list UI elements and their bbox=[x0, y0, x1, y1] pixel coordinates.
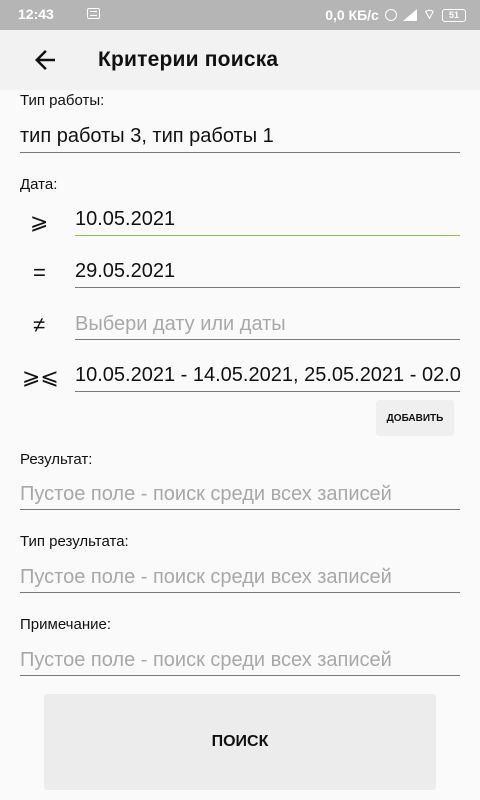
status-indicators: 0,0 КБ/с ⌔ 51 bbox=[325, 6, 466, 24]
status-time: 12:43 bbox=[18, 6, 54, 22]
date-operator-neq: ≠ bbox=[33, 312, 46, 337]
add-date-button[interactable]: ДОБАВИТЬ bbox=[376, 400, 454, 436]
result-type-field[interactable]: Пустое поле - поиск среди всех записей bbox=[20, 566, 460, 589]
date-label: Дата: bbox=[20, 176, 58, 193]
date-operator-gte: ⩾ bbox=[30, 209, 49, 234]
date-field-eq[interactable]: 29.05.2021 bbox=[75, 260, 460, 283]
page-title: Критерии поиска bbox=[98, 48, 279, 71]
work-type-label: Тип работы: bbox=[20, 92, 105, 109]
status-bar: 12:43 0,0 КБ/с ⌔ 51 bbox=[0, 0, 480, 30]
back-button[interactable] bbox=[30, 45, 60, 75]
work-type-underline bbox=[20, 152, 460, 153]
result-field[interactable]: Пустое поле - поиск среди всех записей bbox=[20, 483, 460, 506]
result-type-underline bbox=[20, 592, 460, 593]
date-operator-eq: = bbox=[33, 260, 46, 285]
date-field-range-underline bbox=[75, 391, 460, 392]
date-field-eq-underline bbox=[75, 287, 460, 288]
net-speed: 0,0 КБ/с bbox=[325, 7, 379, 23]
search-button[interactable]: ПОИСК bbox=[44, 694, 436, 790]
battery-icon: 51 bbox=[442, 8, 466, 22]
work-type-field[interactable]: тип работы 3, тип работы 1 bbox=[20, 125, 460, 148]
result-underline bbox=[20, 509, 460, 510]
result-type-label: Тип результата: bbox=[20, 533, 129, 550]
date-field-neq-underline bbox=[75, 339, 460, 340]
note-field[interactable]: Пустое поле - поиск среди всех записей bbox=[20, 649, 460, 672]
result-label: Результат: bbox=[20, 451, 93, 468]
note-underline bbox=[20, 675, 460, 676]
alarm-icon bbox=[384, 9, 397, 21]
date-field-range[interactable]: 10.05.2021 - 14.05.2021, 25.05.2021 - 02… bbox=[75, 364, 460, 387]
message-icon bbox=[87, 8, 100, 19]
date-operator-range: ⩾⩽ bbox=[22, 364, 59, 389]
arrow-left-icon bbox=[35, 50, 55, 70]
signal-icon bbox=[402, 9, 417, 21]
wifi-icon: ⌔ bbox=[422, 6, 436, 22]
date-field-gte-underline bbox=[75, 235, 460, 236]
note-label: Примечание: bbox=[20, 616, 111, 633]
date-field-gte[interactable]: 10.05.2021 bbox=[75, 208, 460, 231]
app-bar: Критерии поиска bbox=[0, 30, 480, 90]
date-field-neq[interactable]: Выбери дату или даты bbox=[75, 313, 460, 336]
